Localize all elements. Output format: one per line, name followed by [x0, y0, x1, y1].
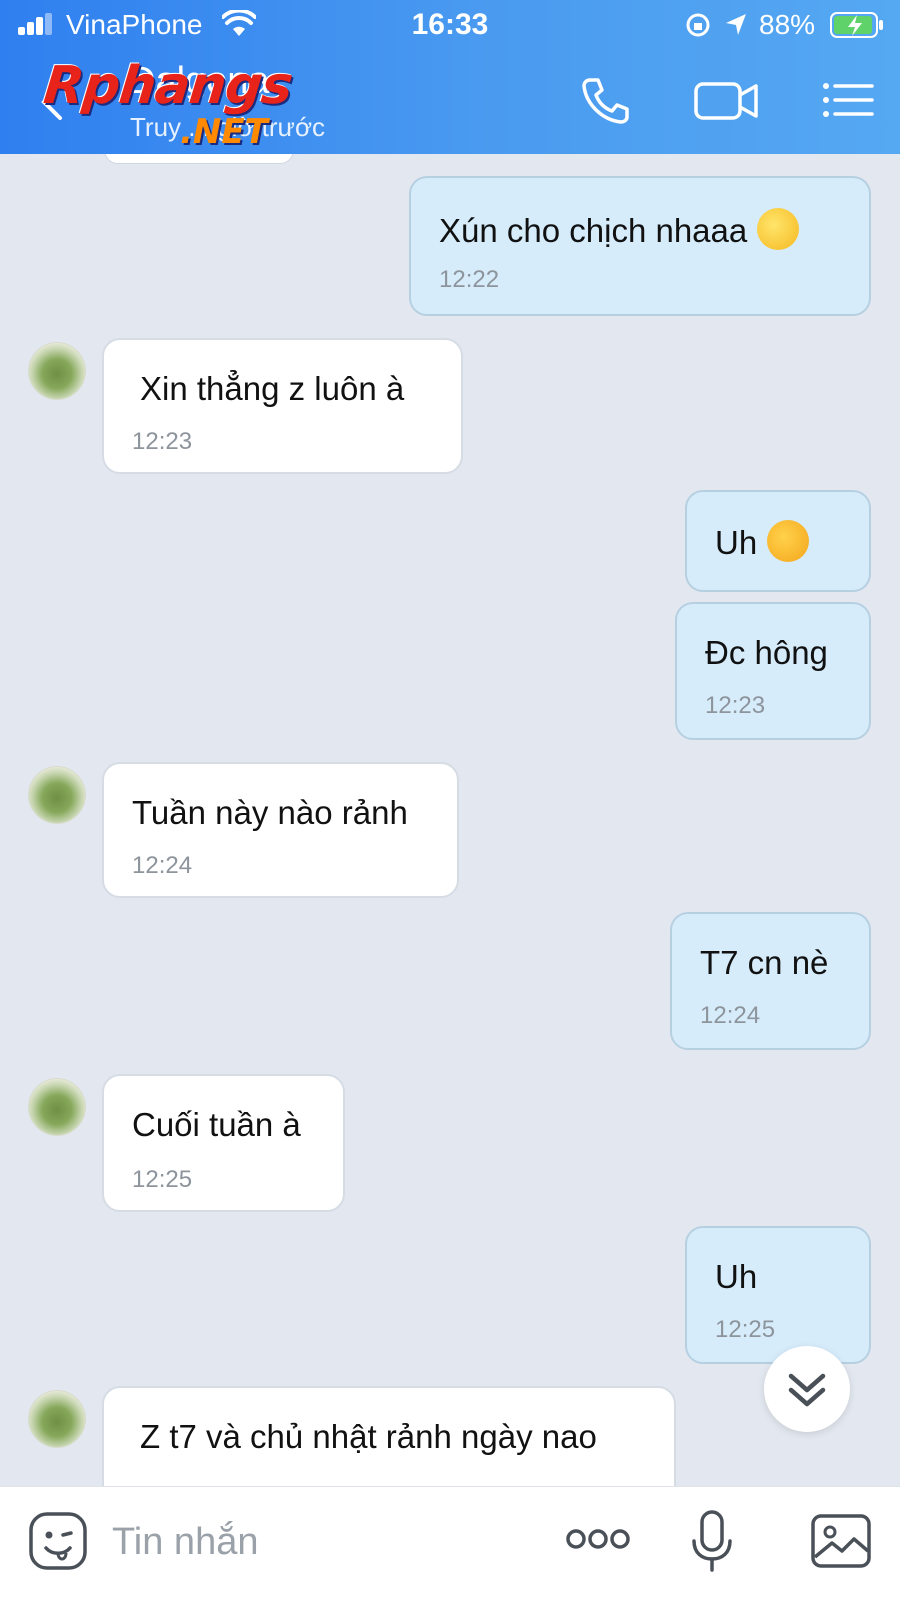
scroll-to-bottom-button[interactable]: [764, 1346, 850, 1432]
contact-avatar[interactable]: [28, 1390, 86, 1448]
double-chevron-down-icon: [788, 1373, 826, 1407]
message-input[interactable]: Tin nhắn: [112, 1521, 258, 1564]
watermark-logo: Rphangs: [40, 56, 295, 116]
message-text: Z t7 và chủ nhật rảnh ngày nao: [140, 1418, 597, 1455]
laughing-face-emoji-icon: [767, 520, 810, 562]
chat-header: VinaPhone 16:33 88% Dalgona Truy ... giờ…: [0, 0, 900, 154]
battery-percent: 88%: [759, 9, 816, 40]
message-time: 12:23: [705, 692, 766, 719]
message-text: Tuần này nào rảnh: [132, 794, 408, 831]
message-bubble-outgoing[interactable]: T7 cn nè 12:24: [670, 912, 871, 1050]
message-text: Uh: [715, 520, 810, 562]
more-options-icon[interactable]: [566, 1527, 630, 1551]
rotation-lock-icon: [686, 13, 710, 37]
thinking-face-emoji-icon: [757, 208, 800, 250]
battery-charging-icon: [830, 12, 883, 38]
message-time: 12:24: [132, 852, 193, 879]
message-bubble-incoming[interactable]: Tuần này nào rảnh 12:24: [102, 762, 459, 898]
message-time: 12:23: [132, 428, 193, 455]
video-call-icon[interactable]: [694, 76, 758, 124]
status-bar: VinaPhone 16:33 88%: [0, 0, 900, 50]
message-time: 12:24: [700, 1002, 761, 1029]
phone-icon[interactable]: [580, 76, 630, 124]
message-time: 12:22: [439, 266, 500, 293]
message-text: Cuối tuần à: [132, 1106, 301, 1143]
message-time: 12:25: [132, 1166, 193, 1193]
message-input-bar: Tin nhắn: [0, 1486, 900, 1600]
message-text: Xin thẳng z luôn à: [140, 370, 405, 407]
message-bubble-partial: [104, 154, 294, 164]
contact-avatar[interactable]: [28, 1078, 86, 1136]
menu-list-icon[interactable]: [822, 76, 874, 124]
microphone-icon[interactable]: [690, 1509, 734, 1573]
message-bubble-outgoing[interactable]: Uh: [685, 490, 871, 592]
message-list[interactable]: Xún cho chịch nhaaa 12:22 Xin thẳng z lu…: [0, 154, 900, 1486]
sticker-icon[interactable]: [28, 1511, 88, 1571]
message-bubble-outgoing[interactable]: Xún cho chịch nhaaa 12:22: [409, 176, 871, 316]
message-text: T7 cn nè: [700, 944, 829, 981]
message-text: Xún cho chịch nhaaa: [439, 208, 800, 250]
message-bubble-incoming[interactable]: Xin thẳng z luôn à 12:23: [102, 338, 463, 474]
location-arrow-icon: [726, 14, 746, 35]
message-text: Uh: [715, 1258, 758, 1295]
message-time: 12:25: [715, 1316, 776, 1343]
contact-avatar[interactable]: [28, 342, 86, 400]
message-text: Đc hông: [705, 634, 828, 671]
watermark-logo-suffix: .NET: [180, 112, 268, 152]
message-bubble-incoming[interactable]: Cuối tuần à 12:25: [102, 1074, 345, 1212]
message-bubble-incoming[interactable]: Z t7 và chủ nhật rảnh ngày nao: [102, 1386, 676, 1486]
message-bubble-outgoing[interactable]: Đc hông 12:23: [675, 602, 871, 740]
contact-avatar[interactable]: [28, 766, 86, 824]
image-gallery-icon[interactable]: [810, 1513, 872, 1569]
message-bubble-outgoing[interactable]: Uh 12:25: [685, 1226, 871, 1364]
